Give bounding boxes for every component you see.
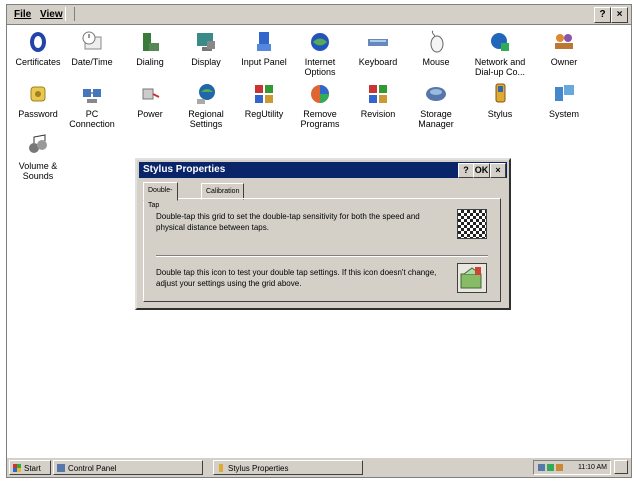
show-desktop-button[interactable]: [614, 460, 628, 474]
close-window-button[interactable]: ×: [611, 7, 628, 23]
icon-label: Input Panel: [241, 57, 287, 67]
icon-dialing[interactable]: Dialing: [119, 29, 181, 67]
icon-label: Network and Dial-up Co...: [474, 57, 526, 77]
plug-icon: [142, 88, 160, 100]
help-button[interactable]: ?: [594, 7, 611, 23]
start-label: Start: [24, 464, 41, 473]
tray-icons: [538, 464, 563, 471]
globe-icon: [311, 33, 329, 51]
icon-input-panel[interactable]: Input Panel: [233, 29, 295, 67]
double-tap-test-icon[interactable]: [457, 263, 487, 293]
keyboard-panel-icon: [257, 32, 271, 51]
icon-label: Volume & Sounds: [18, 161, 58, 181]
icon-label: Mouse: [422, 57, 450, 67]
icon-mouse[interactable]: Mouse: [405, 29, 467, 67]
pc-icon: [83, 89, 101, 103]
certificate-icon: [30, 32, 46, 52]
taskbar-control-panel[interactable]: Control Panel: [53, 460, 203, 475]
dialog-help-button[interactable]: ?: [458, 163, 474, 178]
double-tap-test-instructions: Double tap this icon to test your double…: [156, 268, 437, 288]
icon-keyboard[interactable]: Keyboard: [347, 29, 409, 67]
double-tap-grid[interactable]: [457, 209, 487, 239]
dialog-title: Stylus Properties: [143, 164, 226, 175]
icon-power[interactable]: Power: [119, 81, 181, 119]
speaker-icon: [29, 134, 47, 153]
icon-label: Keyboard: [358, 57, 398, 67]
icon-revision[interactable]: Revision: [347, 81, 409, 119]
network-icon: [491, 33, 509, 51]
icon-regutility[interactable]: RegUtility: [233, 81, 295, 119]
icon-label: Owner: [550, 57, 578, 67]
icon-label: RegUtility: [244, 109, 284, 119]
dialog-ok-button[interactable]: OK: [473, 163, 490, 178]
icon-password[interactable]: Password: [7, 81, 69, 119]
clock-icon: [82, 31, 102, 50]
keyboard-icon: [368, 39, 388, 46]
registry-icon: [255, 85, 273, 103]
icon-display[interactable]: Display: [175, 29, 237, 67]
stylus-icon: [495, 83, 506, 103]
menu-file[interactable]: File: [11, 7, 34, 22]
icon-label: Date/Time: [71, 57, 113, 67]
phone-icon: [143, 33, 159, 51]
icon-regional-settings[interactable]: Regional Settings: [175, 81, 237, 129]
taskbar: Start Control Panel Stylus Properties 11…: [7, 457, 631, 477]
icon-system[interactable]: System: [533, 81, 595, 119]
key-icon: [30, 86, 46, 102]
icon-storage-manager[interactable]: Storage Manager: [405, 81, 467, 129]
start-button[interactable]: Start: [9, 460, 51, 475]
icon-label: Password: [18, 109, 58, 119]
icon-label: Stylus: [487, 109, 513, 119]
revision-icon: [369, 85, 387, 103]
desktop-screen: File View ? × Certificates Date/Time Dia…: [6, 4, 632, 478]
dialog-title-bar[interactable]: Stylus Properties ? OK ×: [139, 162, 507, 178]
icon-label: Display: [191, 57, 221, 67]
windows-flag-icon: [13, 464, 21, 472]
double-tap-instructions: Double-tap this grid to set the double-t…: [156, 212, 420, 232]
icon-label: Regional Settings: [188, 109, 224, 129]
icon-label: Power: [137, 109, 163, 119]
remove-programs-icon: [311, 85, 329, 103]
icon-label: Revision: [360, 109, 396, 119]
icon-date-time[interactable]: Date/Time: [61, 29, 123, 67]
icon-owner[interactable]: Owner: [533, 29, 595, 67]
icon-network[interactable]: Network and Dial-up Co...: [469, 29, 531, 77]
menu-bar: File View ? ×: [7, 5, 631, 25]
icon-label: System: [548, 109, 579, 119]
monitor-icon: [197, 33, 215, 51]
tray-clock: 11:10 AM: [577, 464, 607, 471]
tab-double-tap[interactable]: Double-Tap: [143, 182, 178, 209]
globe-regional-icon: [197, 84, 215, 104]
menu-grip: [65, 7, 75, 21]
icon-volume-sounds[interactable]: Volume & Sounds: [7, 133, 69, 181]
mouse-icon: [430, 30, 444, 53]
menu-view[interactable]: View: [37, 7, 66, 22]
icon-label: Internet Options: [304, 57, 336, 77]
double-tap-panel: Double-tap this grid to set the double-t…: [143, 198, 501, 302]
icon-label: PC Connection: [69, 109, 115, 129]
icon-label: Remove Programs: [300, 109, 340, 129]
icon-label: Certificates: [15, 57, 61, 67]
separator: [156, 255, 488, 257]
dialog-close-button[interactable]: ×: [490, 163, 506, 178]
taskbar-stylus-properties[interactable]: Stylus Properties: [213, 460, 363, 475]
disk-icon: [426, 87, 446, 101]
icon-internet-options[interactable]: Internet Options: [289, 29, 351, 77]
icon-remove-programs[interactable]: Remove Programs: [289, 81, 351, 129]
taskbar-control-panel-label: Control Panel: [68, 464, 117, 473]
system-icon: [555, 85, 574, 101]
people-icon: [555, 34, 573, 49]
taskbar-stylus-properties-label: Stylus Properties: [228, 464, 289, 473]
icon-stylus[interactable]: Stylus: [469, 81, 531, 119]
icon-certificates[interactable]: Certificates: [7, 29, 69, 67]
stylus-properties-dialog: Stylus Properties ? OK × Double-Tap Cali…: [135, 158, 511, 310]
icon-label: Storage Manager: [418, 109, 454, 129]
stylus-small-icon: [219, 464, 223, 472]
control-panel-icon: [57, 464, 65, 472]
icon-label: Dialing: [136, 57, 164, 67]
test-box-icon: [460, 267, 482, 289]
icon-pc-connection[interactable]: PC Connection: [61, 81, 123, 129]
system-tray: 11:10 AM: [533, 460, 611, 475]
